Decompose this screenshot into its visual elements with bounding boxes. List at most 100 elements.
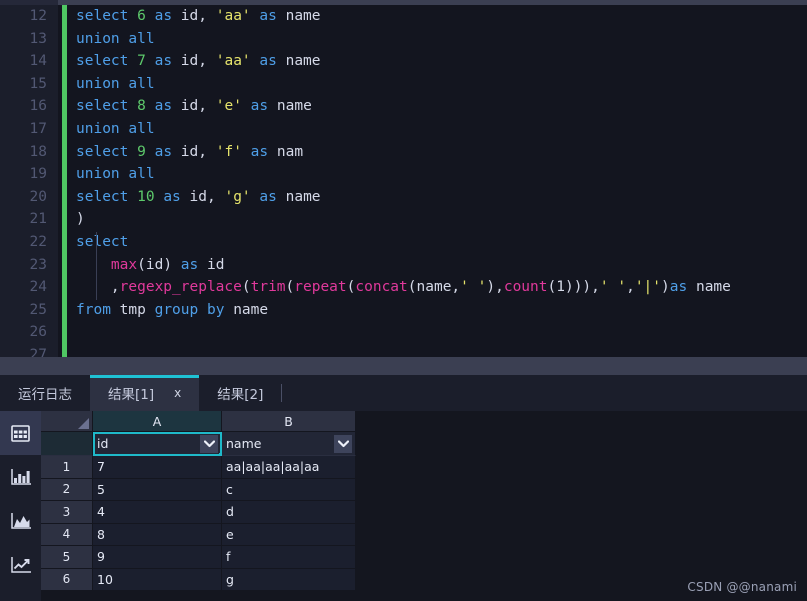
column-header-b[interactable]: B	[222, 411, 356, 432]
bar-chart-view-button[interactable]	[0, 455, 41, 499]
code-line[interactable]: 21)	[0, 208, 807, 231]
result-grid[interactable]: AB id name 1 7 aa|aa|aa|aa|aa 2 5 c 3 4 d 4 8 e 5 9 f 6 1…	[41, 411, 807, 601]
watermark-text: CSDN @@nanami	[687, 580, 797, 594]
table-cell-id[interactable]: 7	[93, 456, 222, 479]
table-row[interactable]: 1 7 aa|aa|aa|aa|aa	[41, 456, 356, 479]
code-line[interactable]: 23 max(id) as id	[0, 254, 807, 277]
code-token: as	[154, 53, 173, 70]
code-token: nam	[276, 143, 304, 160]
grid-view-button[interactable]	[0, 411, 41, 455]
view-mode-sidebar[interactable]	[0, 411, 41, 601]
column-header-row[interactable]: AB	[41, 411, 356, 432]
code-token: as	[154, 98, 173, 115]
line-number: 24	[29, 279, 47, 296]
table-icon	[11, 424, 30, 443]
field-row-gutter	[41, 432, 93, 456]
field-cell-name[interactable]: name	[222, 432, 356, 456]
code-line[interactable]: 19 union all	[0, 163, 807, 186]
code-token: '|'	[634, 279, 662, 296]
code-line[interactable]: 15 union all	[0, 73, 807, 96]
bar-chart-icon	[10, 467, 32, 487]
code-token: (	[285, 279, 295, 296]
field-cell-id[interactable]: id	[93, 432, 224, 458]
table-row[interactable]: 34d	[41, 501, 356, 524]
code-line[interactable]: 18 select 9 as id, 'f' as nam	[0, 141, 807, 164]
code-token: 'g'	[224, 188, 251, 205]
code-token: 7	[137, 53, 146, 70]
table-cell-name[interactable]: g	[222, 568, 356, 591]
table-row[interactable]: 6 10 g	[41, 568, 356, 591]
table-cell-id[interactable]: 4	[93, 501, 222, 524]
table-cell-id[interactable]: 9	[93, 546, 222, 569]
results-tab[interactable]: 结果[1] x	[90, 375, 200, 411]
code-text: select 9 as id, 'f' as nam	[76, 141, 303, 164]
table-row[interactable]: 25c	[41, 478, 356, 501]
code-token: select	[76, 98, 129, 115]
table-cell-id[interactable]: 8	[93, 523, 222, 546]
field-name-label: name	[226, 436, 262, 451]
table-cell-name[interactable]: f	[222, 546, 356, 569]
row-number[interactable]: 2	[41, 478, 93, 501]
indent-guide	[96, 232, 97, 300]
code-line[interactable]: 26	[0, 321, 807, 344]
code-token: regexp_replace	[119, 279, 242, 296]
code-editor[interactable]: 12 select 6 as id, 'aa' as name 13 union al…	[0, 5, 807, 357]
code-lines-container[interactable]: 12 select 6 as id, 'aa' as name 13 union al…	[0, 5, 807, 357]
table-cell-name[interactable]: d	[222, 501, 356, 524]
results-tab-bar[interactable]: 运行日志 结果[1] x 结果[2]	[0, 375, 807, 411]
area-chart-icon	[10, 511, 32, 531]
code-line[interactable]: 17 union all	[0, 118, 807, 141]
code-line[interactable]: 25 from tmp group by name	[0, 299, 807, 322]
row-number[interactable]: 6	[41, 568, 93, 591]
table-cell-name[interactable]: aa|aa|aa|aa|aa	[222, 456, 356, 479]
code-line[interactable]: 12 select 6 as id, 'aa' as name	[0, 5, 807, 28]
code-token: select	[76, 53, 129, 70]
row-number[interactable]: 5	[41, 546, 93, 569]
code-token: ' '	[599, 279, 627, 296]
results-tab[interactable]: 运行日志	[0, 375, 90, 411]
field-name-row[interactable]: id name	[41, 432, 356, 458]
scatter-view-button[interactable]	[0, 587, 41, 601]
line-number: 12	[29, 8, 47, 24]
code-line[interactable]: 27	[0, 344, 807, 357]
code-token: id,	[180, 98, 207, 115]
table-cell-id[interactable]: 10	[93, 568, 222, 591]
results-tab[interactable]: 结果[2]	[199, 375, 281, 411]
row-number[interactable]: 4	[41, 523, 93, 546]
code-line[interactable]: 14 select 7 as id, 'aa' as name	[0, 50, 807, 73]
row-number[interactable]: 1	[41, 456, 93, 479]
code-token: ),	[486, 279, 504, 296]
line-number: 16	[29, 98, 47, 115]
panel-splitter[interactable]	[0, 357, 807, 375]
table-cell-name[interactable]: e	[222, 523, 356, 546]
line-chart-view-button[interactable]	[0, 543, 41, 587]
data-rows-container[interactable]: 1 7 aa|aa|aa|aa|aa 2 5 c 3 4 d 4 8 e 5 9 f 6 10 g	[41, 456, 356, 591]
field-name-label: id	[97, 436, 109, 451]
table-row[interactable]: 59f	[41, 546, 356, 569]
chevron-down-icon[interactable]	[334, 435, 352, 453]
grid-corner-select-all[interactable]	[41, 411, 93, 432]
code-line[interactable]: 22 select	[0, 231, 807, 254]
code-line[interactable]: 24 ,regexp_replace(trim(repeat(concat(na…	[0, 276, 807, 299]
code-line[interactable]: 20 select 10 as id, 'g' as name	[0, 186, 807, 209]
code-token: name	[276, 98, 312, 115]
column-header-a[interactable]: A	[93, 411, 222, 432]
tab-close-icon[interactable]: x	[174, 387, 181, 399]
table-cell-id[interactable]: 5	[93, 478, 222, 501]
table-cell-name[interactable]: c	[222, 478, 356, 501]
code-token: as	[669, 279, 688, 296]
code-token: )	[661, 279, 670, 296]
code-token: 8	[137, 98, 146, 115]
area-chart-view-button[interactable]	[0, 499, 41, 543]
row-number[interactable]: 3	[41, 501, 93, 524]
chevron-down-icon[interactable]	[200, 435, 218, 453]
table-row[interactable]: 48e	[41, 523, 356, 546]
code-token: name	[285, 53, 321, 70]
code-line[interactable]: 16 select 8 as id, 'e' as name	[0, 95, 807, 118]
code-token: name	[285, 8, 321, 24]
code-line[interactable]: 13 union all	[0, 28, 807, 51]
